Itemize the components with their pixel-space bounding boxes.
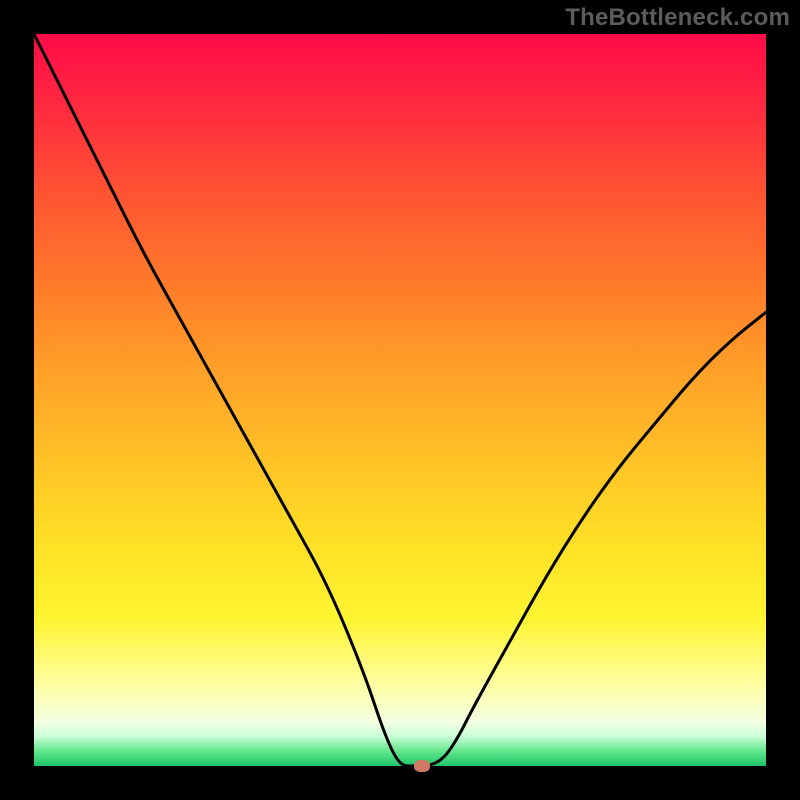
watermark-text: TheBottleneck.com [565, 4, 790, 32]
bottleneck-curve-path [34, 34, 766, 766]
optimum-marker [414, 760, 430, 772]
chart-frame: TheBottleneck.com [0, 0, 800, 800]
curve-svg [34, 34, 766, 766]
plot-area [34, 34, 766, 766]
